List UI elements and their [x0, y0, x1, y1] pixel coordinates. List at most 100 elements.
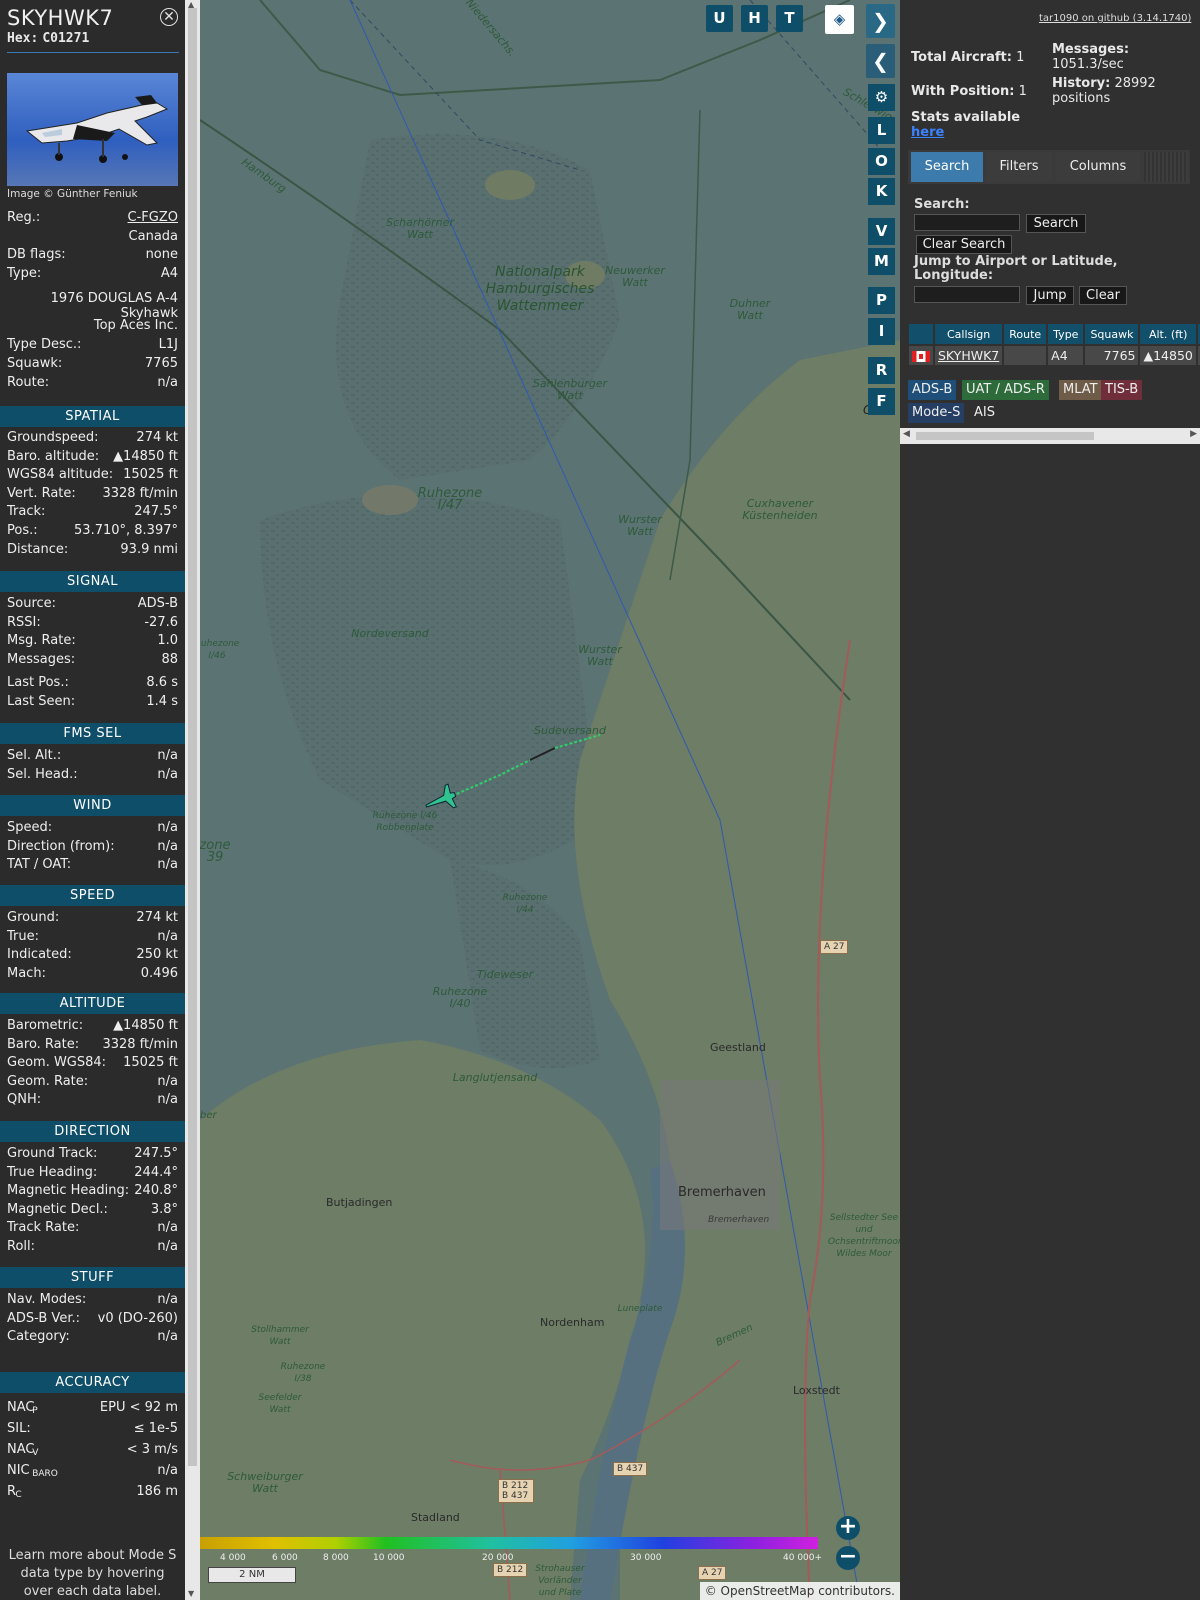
aircraft-photo[interactable] — [7, 73, 178, 186]
speed-label[interactable]: Mach: — [7, 966, 46, 981]
clear-jump-button[interactable]: Clear — [1079, 286, 1127, 305]
direction-label[interactable]: Roll: — [7, 1239, 35, 1254]
wind-label[interactable]: Direction (from): — [7, 839, 115, 854]
map-toggle-p-button[interactable]: P — [868, 287, 895, 314]
zoom-in-button[interactable]: + — [836, 1516, 860, 1540]
direction-label[interactable]: True Heading: — [7, 1165, 97, 1180]
scroll-down-icon[interactable]: ▼ — [188, 1589, 194, 1598]
wind-label[interactable]: TAT / OAT: — [7, 857, 71, 872]
accuracy-label[interactable]: SIL: — [7, 1421, 31, 1436]
clear-search-button[interactable]: Clear Search — [916, 235, 1012, 254]
col-flag[interactable] — [909, 324, 933, 344]
table-row[interactable]: SKYHWK7 A4 7765 ▲14850 — [909, 346, 1200, 365]
accuracy-label[interactable]: NIC — [7, 1463, 30, 1478]
map-label: Sahlenburger Watt — [532, 377, 608, 402]
jump-input[interactable] — [914, 286, 1020, 303]
map-label: Ruhezone I/46 Robbenplate — [372, 811, 438, 833]
info-panel-scrollbar[interactable]: ▲ ▼ — [185, 0, 200, 1600]
hscroll-thumb[interactable] — [916, 432, 1094, 440]
spatial-label[interactable]: Pos.: — [7, 523, 38, 538]
type-name-value: 1976 DOUGLAS A-4 Skyhawk — [50, 291, 178, 321]
spatial-label[interactable]: Baro. altitude: — [7, 449, 99, 464]
toggle-h-button[interactable]: H — [741, 5, 768, 32]
github-link[interactable]: tar1090 on github (3.14.1740) — [1039, 13, 1191, 24]
map-toggle-o-button[interactable]: O — [868, 148, 895, 175]
col-altitude[interactable]: Alt. (ft) — [1140, 324, 1196, 344]
direction-label[interactable]: Magnetic Heading: — [7, 1183, 129, 1198]
selected-hex: Hex: C01271 — [7, 31, 89, 46]
toggle-t-button[interactable]: T — [776, 5, 803, 32]
settings-button[interactable]: ⚙ — [868, 84, 895, 111]
speed-label[interactable]: True: — [7, 929, 39, 944]
reg-link[interactable]: C-FGZO — [128, 210, 178, 225]
direction-label[interactable]: Ground Track: — [7, 1146, 97, 1161]
spatial-label[interactable]: Vert. Rate: — [7, 486, 76, 501]
expand-sidebar-button[interactable]: ❯ — [866, 4, 895, 38]
col-type[interactable]: Type — [1048, 324, 1084, 344]
scrollbar-thumb[interactable] — [188, 8, 197, 1466]
signal-label[interactable]: Messages: — [7, 652, 75, 667]
tab-search[interactable]: Search — [911, 152, 983, 182]
callsign-cell[interactable]: SKYHWK7 — [935, 346, 1003, 365]
scroll-left-icon[interactable]: ◀ — [903, 429, 910, 439]
altitude-label[interactable]: Baro. Rate: — [7, 1037, 79, 1052]
speed-label[interactable]: Indicated: — [7, 947, 72, 962]
stuff-label[interactable]: Category: — [7, 1329, 70, 1344]
signal-label[interactable]: Last Pos.: — [7, 675, 69, 690]
fms-label[interactable]: Sel. Alt.: — [7, 748, 61, 763]
accuracy-label[interactable]: NAC — [7, 1442, 34, 1457]
altitude-label[interactable]: QNH: — [7, 1092, 41, 1107]
section-header-altitude: ALTITUDE — [0, 993, 185, 1014]
direction-label[interactable]: Magnetic Decl.: — [7, 1202, 108, 1217]
layers-button[interactable]: ◈ — [825, 5, 854, 34]
spatial-label[interactable]: Track: — [7, 504, 45, 519]
osm-link[interactable]: OpenStreetMap — [721, 1584, 815, 1598]
signal-label[interactable]: RSSI: — [7, 615, 41, 630]
signal-label[interactable]: Last Seen: — [7, 694, 75, 709]
toggle-u-button[interactable]: U — [706, 5, 733, 32]
map-toggle-v-button[interactable]: V — [868, 218, 895, 245]
map-toggle-k-button[interactable]: K — [868, 178, 895, 205]
accuracy-label[interactable]: NAC — [7, 1400, 34, 1415]
stats-link[interactable]: here — [911, 125, 944, 140]
table-horizontal-scrollbar[interactable]: ◀ ▶ — [900, 428, 1200, 444]
direction-label[interactable]: Track Rate: — [7, 1220, 79, 1235]
direction-value: n/a — [157, 1220, 178, 1236]
total-aircraft-value: 1 — [1016, 50, 1025, 65]
spatial-label[interactable]: WGS84 altitude: — [7, 467, 113, 482]
spatial-label[interactable]: Distance: — [7, 542, 68, 557]
town-label: Butjadingen — [326, 1196, 393, 1209]
signal-label[interactable]: Msg. Rate: — [7, 633, 76, 648]
map-toggle-l-button[interactable]: L — [868, 117, 895, 144]
map-toggle-i-button[interactable]: I — [868, 318, 895, 345]
jump-button[interactable]: Jump — [1026, 286, 1074, 305]
col-squawk[interactable]: Squawk — [1085, 324, 1139, 344]
map-toggle-r-button[interactable]: R — [868, 357, 895, 384]
scroll-right-icon[interactable]: ▶ — [1190, 429, 1197, 439]
tab-filters[interactable]: Filters — [986, 152, 1052, 182]
search-button[interactable]: Search — [1026, 214, 1086, 233]
col-route[interactable]: Route — [1004, 324, 1047, 344]
col-callsign[interactable]: Callsign — [935, 324, 1003, 344]
wind-value: n/a — [157, 857, 178, 873]
country-value: Canada — [128, 229, 178, 244]
speed-label[interactable]: Ground: — [7, 910, 59, 925]
altitude-label[interactable]: Geom. WGS84: — [7, 1055, 106, 1070]
signal-label[interactable]: Source: — [7, 596, 56, 611]
altitude-label[interactable]: Geom. Rate: — [7, 1074, 88, 1089]
close-info-button[interactable]: ✕ — [160, 8, 178, 26]
wind-label[interactable]: Speed: — [7, 820, 52, 835]
map-canvas[interactable]: Niedersachs. Schleswig- Hamburg Scharhör… — [200, 0, 900, 1600]
altitude-label[interactable]: Barometric: — [7, 1018, 83, 1033]
stuff-label[interactable]: Nav. Modes: — [7, 1292, 86, 1307]
zoom-out-button[interactable]: − — [836, 1546, 860, 1570]
map-toggle-f-button[interactable]: F — [868, 388, 895, 415]
fms-label[interactable]: Sel. Head.: — [7, 767, 78, 782]
collapse-sidebar-button[interactable]: ❮ — [866, 44, 895, 78]
signal-value: 1.4 s — [146, 694, 178, 709]
spatial-label[interactable]: Groundspeed: — [7, 430, 98, 445]
stuff-label[interactable]: ADS-B Ver.: — [7, 1311, 80, 1326]
search-input[interactable] — [914, 214, 1020, 231]
tab-columns[interactable]: Columns — [1056, 152, 1140, 182]
map-toggle-m-button[interactable]: M — [868, 248, 895, 275]
